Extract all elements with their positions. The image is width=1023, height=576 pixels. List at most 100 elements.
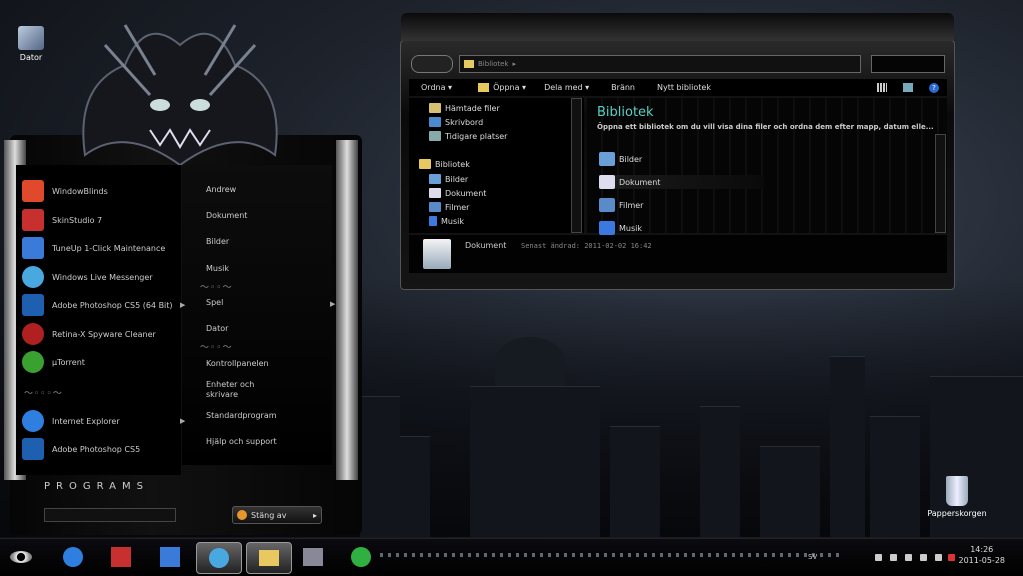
place-computer[interactable]: Dator bbox=[206, 324, 286, 334]
all-programs-button[interactable]: PROGRAMS bbox=[44, 481, 149, 492]
nav-item-downloads[interactable]: Hämtade filer bbox=[429, 102, 500, 114]
nav-item-desktop[interactable]: Skrivbord bbox=[429, 116, 483, 128]
taskbar-tuneup[interactable] bbox=[155, 542, 185, 572]
place-default-programs[interactable]: Standardprogram bbox=[206, 411, 286, 421]
nav-item-music[interactable]: Musik bbox=[429, 215, 464, 227]
navigation-pane: Hämtade filer Skrivbord Tidigare platser… bbox=[409, 98, 584, 233]
taskbar-messenger[interactable] bbox=[196, 542, 242, 574]
place-user[interactable]: Andrew bbox=[206, 185, 286, 195]
breadcrumb-bibliotek[interactable]: Bibliotek bbox=[478, 60, 508, 68]
help-icon[interactable]: ? bbox=[929, 82, 939, 93]
library-item-videos[interactable]: Filmer bbox=[599, 198, 643, 212]
share-with-button[interactable]: Dela med ▾ bbox=[544, 83, 589, 92]
videos-icon bbox=[429, 202, 441, 212]
program-spyware-cleaner[interactable]: Retina-X Spyware Cleaner bbox=[22, 321, 156, 347]
program-label: SkinStudio 7 bbox=[52, 215, 103, 225]
program-label: µTorrent bbox=[52, 357, 85, 367]
nav-item-libraries[interactable]: Bibliotek bbox=[419, 158, 470, 170]
messenger-icon bbox=[209, 548, 229, 568]
preview-pane-icon[interactable] bbox=[903, 83, 913, 92]
tuneup-icon bbox=[22, 237, 44, 259]
taskbar-network[interactable] bbox=[298, 542, 328, 572]
tray-icon[interactable] bbox=[920, 554, 927, 561]
program-windowblinds[interactable]: WindowBlinds bbox=[22, 178, 108, 204]
videos-icon bbox=[599, 198, 615, 212]
start-button[interactable] bbox=[6, 542, 36, 572]
place-games[interactable]: Spel bbox=[206, 298, 286, 308]
folder-open-icon bbox=[478, 83, 490, 92]
chevron-right-icon: ▸ bbox=[512, 60, 516, 68]
chevron-right-icon[interactable]: ▸ bbox=[313, 511, 317, 520]
language-indicator[interactable]: SV bbox=[808, 553, 817, 561]
program-internet-explorer[interactable]: Internet Explorer bbox=[22, 408, 120, 434]
taskbar-green-app[interactable] bbox=[346, 542, 376, 572]
program-label: Windows Live Messenger bbox=[52, 272, 153, 282]
organize-button[interactable]: Ordna ▾ bbox=[421, 83, 452, 92]
document-library-icon bbox=[423, 239, 451, 269]
program-photoshop[interactable]: Adobe Photoshop CS5 bbox=[22, 436, 140, 462]
tray-network-icon[interactable] bbox=[875, 554, 882, 561]
program-label: Retina-X Spyware Cleaner bbox=[52, 329, 156, 339]
internet-explorer-icon bbox=[63, 547, 83, 567]
place-control-panel[interactable]: Kontrollpanelen bbox=[206, 359, 286, 369]
divider-ornament: 〜◦◦〜 bbox=[200, 343, 233, 353]
place-pictures[interactable]: Bilder bbox=[206, 237, 286, 247]
program-utorrent[interactable]: µTorrent bbox=[22, 349, 85, 375]
open-button[interactable]: Öppna ▾ bbox=[478, 83, 526, 92]
photoshop-icon bbox=[22, 438, 44, 460]
program-messenger[interactable]: Windows Live Messenger bbox=[22, 264, 153, 290]
program-label: Adobe Photoshop CS5 (64 Bit) bbox=[52, 300, 173, 310]
program-tuneup[interactable]: TuneUp 1-Click Maintenance bbox=[22, 235, 165, 261]
program-label: Adobe Photoshop CS5 bbox=[52, 444, 141, 454]
taskbar-explorer[interactable] bbox=[246, 542, 292, 574]
shutdown-label: Stäng av bbox=[251, 510, 287, 520]
divider-ornament: 〜◦◦◦〜 bbox=[24, 389, 63, 399]
view-options-icon[interactable] bbox=[877, 83, 887, 92]
library-title: Bibliotek bbox=[597, 105, 654, 120]
taskbar: SV 14:26 2011-05-28 bbox=[0, 538, 1023, 576]
nav-item-pictures[interactable]: Bilder bbox=[429, 173, 468, 185]
spyware-cleaner-icon bbox=[22, 323, 44, 345]
details-item-name: Dokument bbox=[465, 241, 507, 250]
recent-places-icon bbox=[429, 131, 441, 141]
nav-item-documents[interactable]: Dokument bbox=[429, 187, 486, 199]
place-documents[interactable]: Dokument bbox=[206, 211, 286, 221]
skinstudio-icon bbox=[111, 547, 131, 567]
new-library-button[interactable]: Nytt bibliotek bbox=[657, 83, 711, 92]
program-photoshop-64[interactable]: Adobe Photoshop CS5 (64 Bit) bbox=[22, 292, 173, 318]
start-search-input[interactable] bbox=[44, 508, 176, 522]
tray-icon[interactable] bbox=[905, 554, 912, 561]
taskbar-clock[interactable]: 14:26 2011-05-28 bbox=[959, 544, 1006, 566]
music-icon bbox=[429, 216, 437, 226]
clock-date: 2011-05-28 bbox=[958, 556, 1006, 565]
command-bar: Ordna ▾ Öppna ▾ Dela med ▾ Bränn Nytt bi… bbox=[409, 79, 947, 96]
internet-explorer-icon bbox=[22, 410, 44, 432]
taskbar-internet-explorer[interactable] bbox=[58, 542, 88, 572]
folder-icon bbox=[259, 550, 279, 566]
address-bar[interactable]: Bibliotek ▸ bbox=[459, 55, 861, 73]
desktop-icon-recycle-bin[interactable]: Papperskorgen bbox=[922, 476, 992, 518]
taskbar-skinstudio[interactable] bbox=[106, 542, 136, 572]
tray-speaker-icon[interactable] bbox=[935, 554, 942, 561]
network-icon bbox=[303, 548, 323, 566]
tray-icon[interactable] bbox=[890, 554, 897, 561]
place-help-support[interactable]: Hjälp och support bbox=[206, 437, 286, 447]
explorer-window: Bibliotek ▸ Ordna ▾ Öppna ▾ Dela med ▾ B… bbox=[400, 13, 955, 290]
folder-icon bbox=[464, 60, 474, 68]
shutdown-button[interactable]: Stäng av ▸ bbox=[232, 506, 322, 524]
content-scrollbar[interactable] bbox=[935, 134, 946, 233]
burn-button[interactable]: Bränn bbox=[611, 83, 635, 92]
library-item-music[interactable]: Musik bbox=[599, 221, 642, 235]
place-devices-printers[interactable]: Enheter och skrivare bbox=[206, 380, 286, 400]
nav-item-recent-places[interactable]: Tidigare platser bbox=[429, 130, 507, 142]
program-skinstudio[interactable]: SkinStudio 7 bbox=[22, 207, 102, 233]
library-item-pictures[interactable]: Bilder bbox=[599, 152, 642, 166]
explorer-search-input[interactable] bbox=[871, 55, 945, 73]
nav-scrollbar[interactable] bbox=[571, 98, 582, 233]
nav-item-videos[interactable]: Filmer bbox=[429, 201, 469, 213]
library-item-documents[interactable]: Dokument bbox=[599, 175, 764, 189]
tray-action-center-icon[interactable] bbox=[948, 554, 955, 561]
place-music[interactable]: Musik bbox=[206, 264, 286, 274]
back-forward-buttons[interactable] bbox=[411, 55, 453, 73]
libraries-icon bbox=[419, 159, 431, 169]
